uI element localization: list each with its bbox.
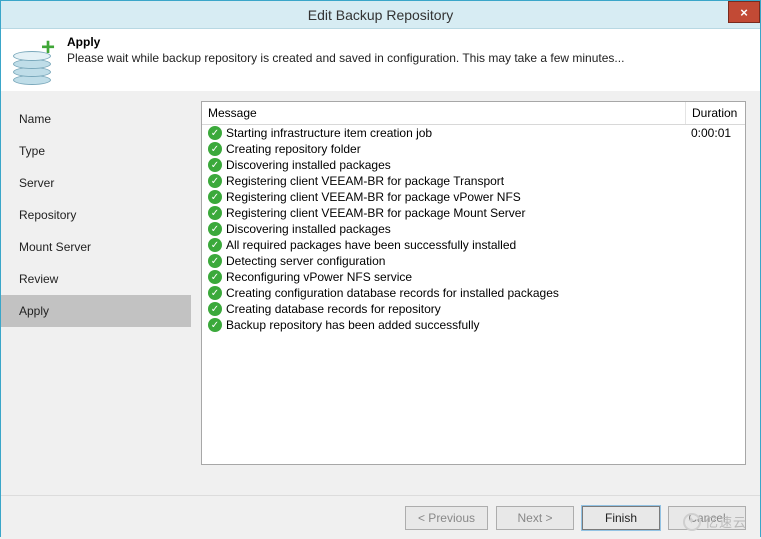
duration-text bbox=[685, 260, 745, 262]
message-text: Discovering installed packages bbox=[226, 158, 391, 172]
message-text: Reconfiguring vPower NFS service bbox=[226, 270, 412, 284]
wizard-step-type[interactable]: Type bbox=[1, 135, 191, 167]
page-subtitle: Please wait while backup repository is c… bbox=[67, 51, 624, 65]
message-row[interactable]: ✓ Reconfiguring vPower NFS service bbox=[202, 269, 745, 285]
duration-text bbox=[685, 148, 745, 150]
message-row[interactable]: ✓ Starting infrastructure item creation j… bbox=[202, 125, 745, 141]
duration-text bbox=[685, 276, 745, 278]
duration-text bbox=[685, 196, 745, 198]
duration-text bbox=[685, 228, 745, 230]
message-text: Creating configuration database records … bbox=[226, 286, 559, 300]
wizard-step-apply[interactable]: Apply bbox=[1, 295, 191, 327]
close-icon: × bbox=[740, 5, 748, 20]
message-text: Starting infrastructure item creation jo… bbox=[226, 126, 432, 140]
duration-text bbox=[685, 212, 745, 214]
message-row[interactable]: ✓ Registering client VEEAM-BR for package… bbox=[202, 205, 745, 221]
wizard-footer: < Previous Next > Finish Cancel bbox=[1, 495, 760, 539]
message-list-body[interactable]: ✓ Starting infrastructure item creation j… bbox=[202, 125, 745, 464]
message-text: Registering client VEEAM-BR for package … bbox=[226, 190, 521, 204]
message-list-header: Message Duration bbox=[202, 102, 745, 125]
duration-text bbox=[685, 292, 745, 294]
success-icon: ✓ bbox=[208, 286, 222, 300]
window-title: Edit Backup Repository bbox=[1, 7, 760, 23]
repository-icon: + bbox=[11, 35, 57, 81]
success-icon: ✓ bbox=[208, 318, 222, 332]
cancel-button: Cancel bbox=[668, 506, 746, 530]
message-text: All required packages have been successf… bbox=[226, 238, 516, 252]
page-title: Apply bbox=[67, 35, 624, 49]
duration-text bbox=[685, 244, 745, 246]
message-text: Detecting server configuration bbox=[226, 254, 385, 268]
wizard-body: NameTypeServerRepositoryMount ServerRevi… bbox=[1, 91, 760, 495]
message-row[interactable]: ✓ Registering client VEEAM-BR for package… bbox=[202, 189, 745, 205]
success-icon: ✓ bbox=[208, 174, 222, 188]
message-row[interactable]: ✓ Registering client VEEAM-BR for package… bbox=[202, 173, 745, 189]
message-text: Backup repository has been added success… bbox=[226, 318, 479, 332]
message-row[interactable]: ✓ All required packages have been success… bbox=[202, 237, 745, 253]
duration-text bbox=[685, 324, 745, 326]
success-icon: ✓ bbox=[208, 206, 222, 220]
success-icon: ✓ bbox=[208, 158, 222, 172]
title-bar: Edit Backup Repository × bbox=[1, 1, 760, 29]
success-icon: ✓ bbox=[208, 302, 222, 316]
duration-text: 0:00:01 bbox=[685, 125, 745, 141]
success-icon: ✓ bbox=[208, 238, 222, 252]
message-row[interactable]: ✓ Detecting server configuration bbox=[202, 253, 745, 269]
close-button[interactable]: × bbox=[728, 1, 760, 23]
finish-button[interactable]: Finish bbox=[582, 506, 660, 530]
success-icon: ✓ bbox=[208, 270, 222, 284]
success-icon: ✓ bbox=[208, 142, 222, 156]
success-icon: ✓ bbox=[208, 126, 222, 140]
duration-text bbox=[685, 308, 745, 310]
message-list: Message Duration ✓ Starting infrastructur… bbox=[201, 101, 746, 465]
wizard-step-repository[interactable]: Repository bbox=[1, 199, 191, 231]
message-text: Creating repository folder bbox=[226, 142, 361, 156]
wizard-steps: NameTypeServerRepositoryMount ServerRevi… bbox=[1, 91, 191, 495]
message-text: Registering client VEEAM-BR for package … bbox=[226, 174, 504, 188]
message-row[interactable]: ✓ Discovering installed packages bbox=[202, 157, 745, 173]
page-header: + Apply Please wait while backup reposit… bbox=[1, 29, 760, 91]
message-row[interactable]: ✓ Backup repository has been added succes… bbox=[202, 317, 745, 333]
wizard-step-name[interactable]: Name bbox=[1, 103, 191, 135]
message-text: Registering client VEEAM-BR for package … bbox=[226, 206, 525, 220]
previous-button: < Previous bbox=[405, 506, 488, 530]
plus-icon: + bbox=[41, 39, 59, 57]
success-icon: ✓ bbox=[208, 222, 222, 236]
duration-text bbox=[685, 164, 745, 166]
message-row[interactable]: ✓ Creating repository folder bbox=[202, 141, 745, 157]
message-row[interactable]: ✓ Creating configuration database records… bbox=[202, 285, 745, 301]
message-row[interactable]: ✓ Creating database records for repositor… bbox=[202, 301, 745, 317]
col-header-message[interactable]: Message bbox=[202, 102, 685, 124]
wizard-step-mount-server[interactable]: Mount Server bbox=[1, 231, 191, 263]
message-text: Discovering installed packages bbox=[226, 222, 391, 236]
message-text: Creating database records for repository bbox=[226, 302, 441, 316]
col-header-duration[interactable]: Duration bbox=[685, 102, 745, 124]
wizard-step-review[interactable]: Review bbox=[1, 263, 191, 295]
wizard-step-server[interactable]: Server bbox=[1, 167, 191, 199]
duration-text bbox=[685, 180, 745, 182]
main-panel: Message Duration ✓ Starting infrastructur… bbox=[191, 91, 760, 495]
success-icon: ✓ bbox=[208, 254, 222, 268]
next-button: Next > bbox=[496, 506, 574, 530]
success-icon: ✓ bbox=[208, 190, 222, 204]
message-row[interactable]: ✓ Discovering installed packages bbox=[202, 221, 745, 237]
